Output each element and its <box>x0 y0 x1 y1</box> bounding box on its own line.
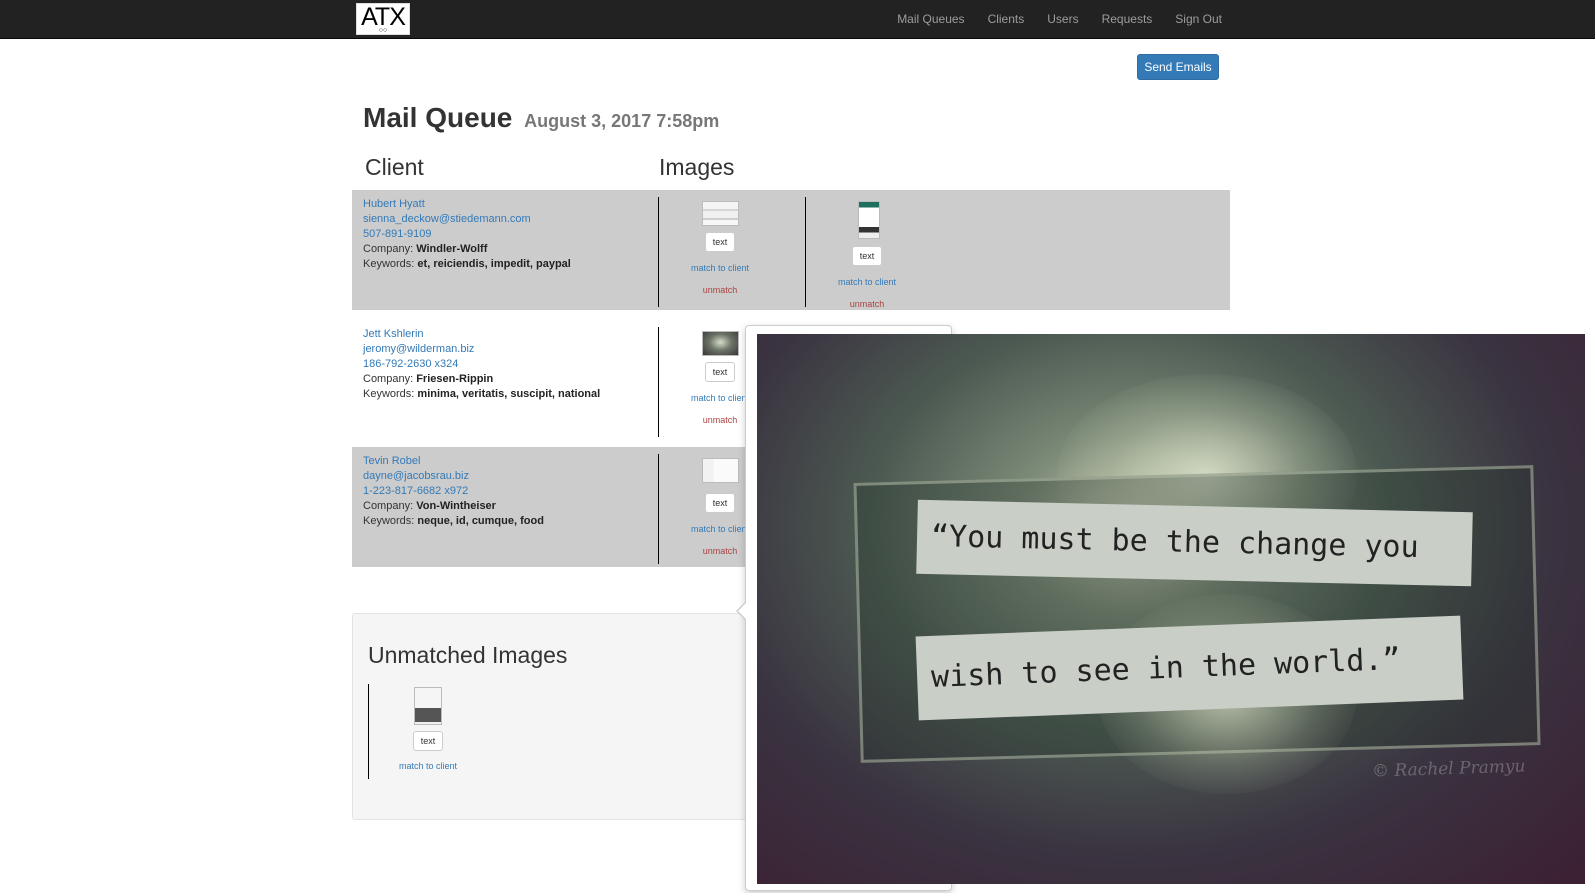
client-name-link[interactable]: Hubert Hyatt <box>363 197 571 212</box>
client-company: Company: Windler-Wolff <box>363 242 571 257</box>
match-to-client-link[interactable]: match to client <box>659 263 781 273</box>
image-thumbnail[interactable] <box>702 201 739 226</box>
keywords-label: Keywords: <box>363 388 415 400</box>
image-preview: “You must be the change you wish to see … <box>757 334 1585 884</box>
image-cell: text match to client <box>368 684 498 779</box>
keywords-value: minima, veritatis, suscipit, national <box>417 388 601 400</box>
images-column-heading: Images <box>659 154 735 180</box>
company-label: Company: <box>363 373 414 385</box>
queue-date: August 3, 2017 7:58pm <box>524 111 720 131</box>
nav-clients[interactable]: Clients <box>988 12 1025 26</box>
client-info: Hubert Hyatt sienna_deckow@stiedemann.co… <box>363 197 571 272</box>
client-email-link[interactable]: jeromy@wilderman.biz <box>363 342 600 357</box>
nav-links: Mail Queues Clients Users Requests Sign … <box>874 0 1222 38</box>
keywords-value: neque, id, cumque, food <box>417 515 544 527</box>
nav-requests[interactable]: Requests <box>1102 12 1153 26</box>
quote-strip: “You must be the change you <box>916 499 1473 587</box>
client-info: Tevin Robel dayne@jacobsrau.biz 1-223-81… <box>363 454 544 529</box>
client-keywords: Keywords: neque, id, cumque, food <box>363 514 544 529</box>
client-keywords: Keywords: et, reiciendis, impedit, paypa… <box>363 257 571 272</box>
unmatch-link[interactable]: unmatch <box>659 285 781 295</box>
top-navbar: ATX ○○ Mail Queues Clients Users Request… <box>0 0 1595 39</box>
client-phone-link[interactable]: 186-792-2630 x324 <box>363 357 600 372</box>
keywords-label: Keywords: <box>363 515 415 527</box>
nav-sign-out[interactable]: Sign Out <box>1175 12 1222 26</box>
client-phone-link[interactable]: 507-891-9109 <box>363 227 571 242</box>
client-row: Hubert Hyatt sienna_deckow@stiedemann.co… <box>352 190 1230 310</box>
client-name-link[interactable]: Jett Kshlerin <box>363 327 600 342</box>
page-title: Mail Queue August 3, 2017 7:58pm <box>363 102 719 134</box>
company-value: Windler-Wolff <box>416 243 488 255</box>
keywords-value: et, reiciendis, impedit, paypal <box>417 258 571 270</box>
image-cell: text match to client unmatch <box>658 197 804 307</box>
photo-credit: © Rachel Pramyu <box>1371 756 1526 782</box>
nav-mail-queues[interactable]: Mail Queues <box>897 12 964 26</box>
client-name-link[interactable]: Tevin Robel <box>363 454 544 469</box>
image-cell: text match to client unmatch <box>805 197 951 309</box>
image-thumbnail[interactable] <box>858 201 880 239</box>
keywords-label: Keywords: <box>363 258 415 270</box>
text-button[interactable]: text <box>705 232 735 252</box>
match-to-client-link[interactable]: match to client <box>369 761 487 771</box>
company-label: Company: <box>363 243 414 255</box>
nav-users[interactable]: Users <box>1047 12 1078 26</box>
client-keywords: Keywords: minima, veritatis, suscipit, n… <box>363 387 600 402</box>
client-company: Company: Von-Wintheiser <box>363 499 544 514</box>
logo-wheels-icon: ○○ <box>378 27 388 34</box>
text-button[interactable]: text <box>705 493 735 513</box>
client-email-link[interactable]: dayne@jacobsrau.biz <box>363 469 544 484</box>
match-to-client-link[interactable]: match to client <box>806 277 928 287</box>
text-button[interactable]: text <box>705 362 735 382</box>
popover-arrow-inner <box>738 603 746 619</box>
client-email-link[interactable]: sienna_deckow@stiedemann.com <box>363 212 571 227</box>
image-thumbnail[interactable] <box>414 687 442 725</box>
company-value: Friesen-Rippin <box>416 373 494 385</box>
atx-logo[interactable]: ATX ○○ <box>356 3 410 35</box>
page-title-text: Mail Queue <box>363 102 513 133</box>
image-thumbnail[interactable] <box>702 331 739 356</box>
company-value: Von-Wintheiser <box>416 500 496 512</box>
send-emails-button[interactable]: Send Emails <box>1137 54 1219 80</box>
unmatch-link[interactable]: unmatch <box>806 299 928 309</box>
client-info: Jett Kshlerin jeromy@wilderman.biz 186-7… <box>363 327 600 402</box>
text-button[interactable]: text <box>413 731 443 751</box>
client-column-heading: Client <box>365 154 424 180</box>
client-company: Company: Friesen-Rippin <box>363 372 600 387</box>
image-thumbnail[interactable] <box>702 458 739 483</box>
text-button[interactable]: text <box>852 246 882 266</box>
company-label: Company: <box>363 500 414 512</box>
client-phone-link[interactable]: 1-223-817-6682 x972 <box>363 484 544 499</box>
unmatched-images-heading: Unmatched Images <box>368 642 568 668</box>
